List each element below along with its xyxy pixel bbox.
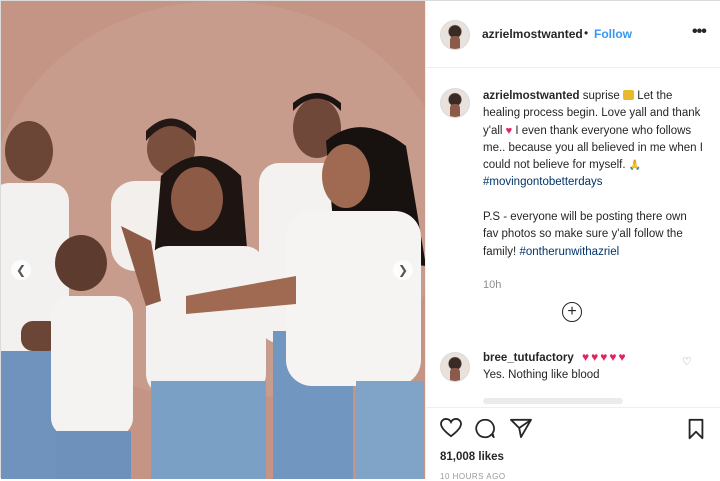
post-photo: ❮ ❯ [1,1,425,479]
caption-time: 10h [483,279,502,291]
post-side-panel: azrielmostwanted • Follow ••• azrielmost… [425,1,720,481]
share-paper-plane-icon[interactable] [510,418,532,438]
save-bookmark-icon[interactable] [687,418,705,440]
more-options-icon[interactable]: ••• [692,23,707,41]
carousel-next-button[interactable]: ❯ [393,260,413,280]
comment-text: Yes. Nothing like blood [483,369,600,381]
post-caption: azrielmostwanted suprise Let the healing… [483,88,705,261]
comment-like-icon[interactable]: ♡ [682,355,692,368]
emoji-icon [622,90,634,100]
comment-bubble-icon[interactable] [474,418,496,439]
family-photo-illustration [1,1,425,479]
post-header: azrielmostwanted • Follow ••• [426,1,720,68]
caption-text-1: suprise [582,90,620,102]
like-heart-icon[interactable] [440,418,462,438]
caption-avatar[interactable] [440,88,470,118]
load-more-comments-icon[interactable]: + [562,302,582,322]
caption-text-3: I even thank everyone who follows me.. b… [483,124,703,172]
post-actions: 81,008 likes 10 HOURS AGO [426,407,720,481]
heart-emoji-icon: ♥ [505,124,513,137]
carousel-prev-button[interactable]: ❮ [11,260,31,280]
comment-username[interactable]: bree_tutufactory [483,352,574,364]
follow-button[interactable]: Follow [594,27,632,41]
header-username[interactable]: azrielmostwanted [482,27,583,41]
comments-section: azrielmostwanted suprise Let the healing… [426,68,720,407]
caption-username[interactable]: azrielmostwanted [483,90,580,102]
avatar[interactable] [440,20,470,50]
likes-count[interactable]: 81,008 likes [440,451,504,463]
comment-hearts-emoji: ♥♥♥♥♥ [582,350,628,364]
separator-dot: • [584,26,589,40]
prayer-emoji-icon: 🙏 [628,160,642,172]
hashtag-link[interactable]: #movingontobetterdays [483,176,603,188]
comment-avatar[interactable] [440,352,470,382]
posted-timestamp: 10 HOURS AGO [440,472,506,481]
hashtag-link-2[interactable]: #ontherunwithazriel [519,246,619,258]
instagram-post: ❮ ❯ azrielmostwanted • Follow ••• azriel… [0,0,720,481]
faded-comment-placeholder [483,398,623,404]
